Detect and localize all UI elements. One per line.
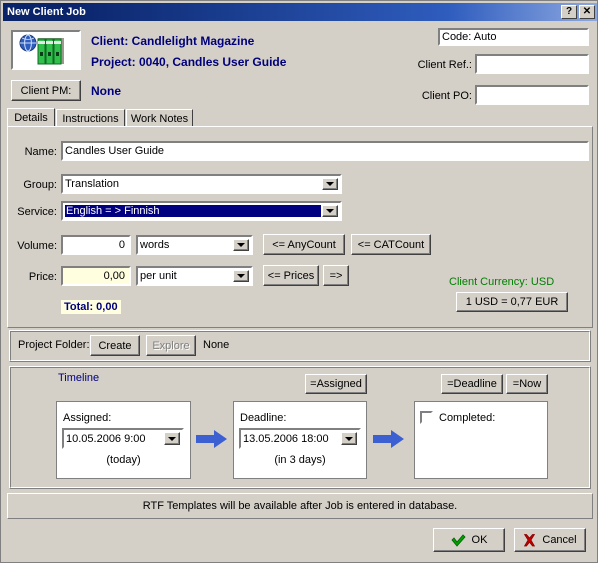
deadline-hint: (in 3 days): [274, 454, 326, 466]
create-folder-label: Create: [98, 339, 132, 352]
arrow-right-icon-2: [373, 429, 405, 449]
chevron-down-icon[interactable]: [164, 432, 180, 445]
client-ref-label: Client Ref.:: [417, 59, 472, 71]
client-po-input[interactable]: [475, 85, 589, 105]
equals-deadline-label: =Deadline: [447, 378, 497, 390]
assigned-datetime-value: 10.05.2006 9:00: [66, 432, 146, 445]
name-label: Name:: [24, 146, 57, 158]
price-arrow-button[interactable]: =>: [323, 265, 349, 286]
service-combo-value: English = > Finnish: [64, 204, 322, 218]
volume-unit-combo[interactable]: words: [136, 235, 253, 255]
completed-checkbox[interactable]: [420, 411, 433, 424]
catcount-label: <= CATCount: [357, 238, 425, 251]
group-combo-value: Translation: [65, 178, 120, 190]
explore-folder-label: Explore: [152, 339, 190, 352]
price-arrow-label: =>: [329, 269, 343, 282]
cancel-button[interactable]: Cancel: [514, 528, 586, 552]
prices-label: <= Prices: [267, 269, 315, 282]
client-pm-button[interactable]: Client PM:: [11, 80, 81, 101]
chevron-down-icon[interactable]: [233, 270, 249, 282]
x-icon: [524, 533, 536, 546]
service-combo[interactable]: English = > Finnish: [61, 201, 342, 221]
assigned-hint: (today): [106, 454, 141, 466]
tab-work-notes[interactable]: Work Notes: [126, 109, 193, 127]
group-combo[interactable]: Translation: [61, 174, 342, 194]
app-icon-frame: [11, 30, 81, 70]
price-unit-combo[interactable]: per unit: [136, 266, 253, 286]
help-button[interactable]: ?: [561, 5, 577, 19]
tab-instructions[interactable]: Instructions: [56, 109, 125, 127]
tab-work-notes-label: Work Notes: [130, 112, 189, 125]
window-title: New Client Job: [7, 6, 86, 18]
exchange-rate-label: 1 USD = 0,77 EUR: [465, 296, 559, 308]
total-value: Total: 0,00: [61, 300, 121, 314]
deadline-datetime-combo[interactable]: 13.05.2006 18:00: [239, 428, 361, 449]
prices-button[interactable]: <= Prices: [263, 265, 319, 286]
completed-label: Completed:: [439, 412, 496, 424]
equals-assigned-button[interactable]: =Assigned: [305, 374, 367, 394]
anycount-label: <= AnyCount: [272, 238, 336, 251]
status-text: RTF Templates will be available after Jo…: [142, 500, 458, 512]
project-line: Project: 0040, Candles User Guide: [91, 55, 287, 69]
client-currency-label: Client Currency: USD: [449, 276, 555, 288]
client-po-label: Client PO:: [421, 90, 472, 102]
equals-deadline-button[interactable]: =Deadline: [441, 374, 503, 394]
equals-assigned-label: =Assigned: [310, 378, 362, 390]
price-input[interactable]: 0,00: [61, 266, 131, 286]
code-field[interactable]: Code: Auto: [438, 28, 589, 46]
volume-input[interactable]: 0: [61, 235, 131, 255]
project-folder-label: Project Folder:: [18, 339, 90, 351]
project-folder-status: None: [203, 339, 230, 351]
volume-unit-value: words: [140, 239, 170, 251]
new-client-job-window: New Client Job ? ✕ Client: Candlelight M…: [0, 0, 598, 563]
chevron-down-icon[interactable]: [322, 178, 338, 190]
assigned-label: Assigned:: [63, 412, 112, 424]
timeline-title: Timeline: [58, 372, 100, 384]
volume-label: Volume:: [17, 240, 57, 252]
service-label: Service:: [17, 206, 57, 218]
client-line: Client: Candlelight Magazine: [91, 34, 255, 48]
equals-now-label: =Now: [512, 378, 542, 390]
tab-details[interactable]: Details: [7, 108, 55, 127]
check-icon: [451, 533, 466, 547]
arrow-right-icon-1: [196, 429, 228, 449]
ok-button[interactable]: OK: [433, 528, 505, 552]
equals-now-button[interactable]: =Now: [506, 374, 548, 394]
chevron-down-icon[interactable]: [233, 239, 249, 251]
price-label: Price:: [28, 271, 57, 283]
explore-folder-button: Explore: [146, 335, 196, 356]
globe-binders-icon: [19, 34, 64, 65]
client-ref-input[interactable]: [475, 54, 589, 74]
chevron-down-icon[interactable]: [322, 205, 338, 217]
ok-label: OK: [471, 534, 488, 546]
price-unit-value: per unit: [140, 270, 177, 282]
deadline-label: Deadline:: [240, 412, 287, 424]
create-folder-button[interactable]: Create: [90, 335, 140, 356]
client-pm-value: None: [91, 84, 121, 98]
close-icon[interactable]: ✕: [579, 5, 595, 19]
anycount-button[interactable]: <= AnyCount: [263, 234, 345, 255]
chevron-down-icon[interactable]: [341, 432, 357, 445]
assigned-datetime-combo[interactable]: 10.05.2006 9:00: [62, 428, 184, 449]
catcount-button[interactable]: <= CATCount: [351, 234, 431, 255]
exchange-rate-button[interactable]: 1 USD = 0,77 EUR: [456, 292, 568, 312]
titlebar[interactable]: New Client Job ? ✕: [3, 3, 597, 21]
name-input[interactable]: Candles User Guide: [61, 141, 589, 161]
tab-instructions-label: Instructions: [62, 112, 119, 125]
tab-details-label: Details: [14, 112, 48, 124]
group-label: Group:: [23, 179, 57, 191]
tab-strip: Details Instructions Work Notes: [7, 108, 593, 127]
cancel-label: Cancel: [542, 534, 577, 546]
deadline-datetime-value: 13.05.2006 18:00: [243, 432, 329, 445]
